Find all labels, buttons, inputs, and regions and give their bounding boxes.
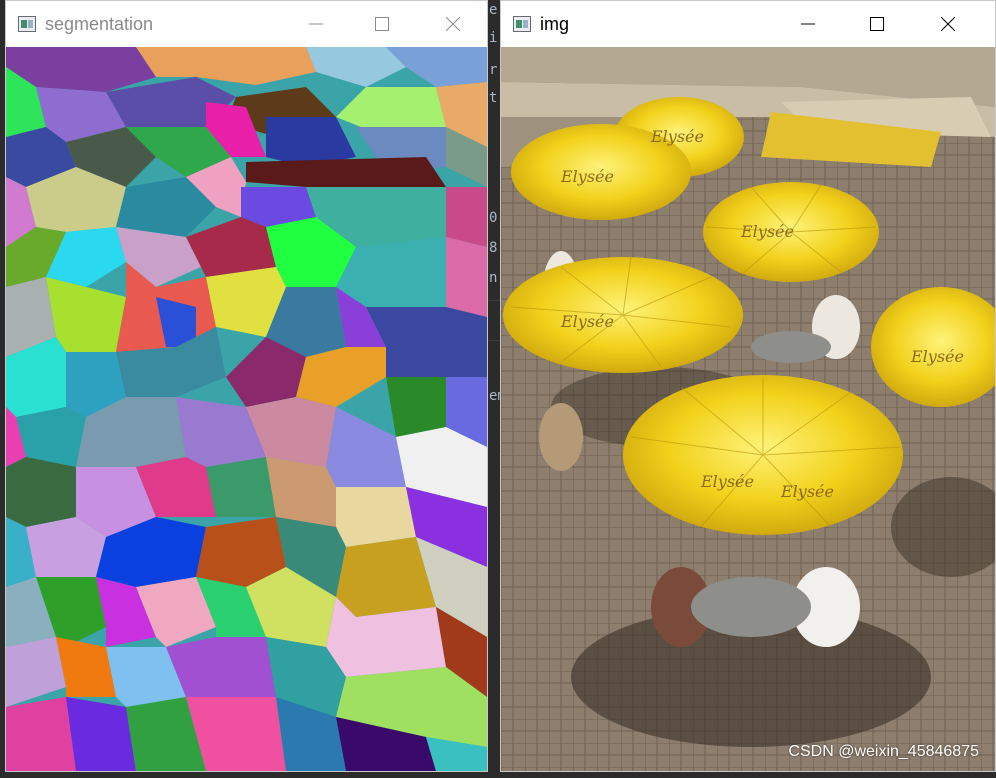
minimize-icon — [801, 23, 815, 25]
close-icon — [446, 17, 460, 31]
minimize-button[interactable] — [293, 1, 339, 47]
editor-divider — [487, 300, 501, 301]
editor-char: 0 — [489, 210, 498, 226]
umbrella-plaza-photo: Elysée Elysée Elysée Elysée Elysée Elysé… — [501, 47, 996, 771]
editor-char: t — [489, 90, 498, 106]
umbrella-brand-text: Elysée — [560, 312, 614, 331]
img-window[interactable]: img Elysée Elysée Elysée Elysée Elysée E… — [500, 0, 996, 772]
segmentation-window[interactable]: segmentation — [5, 0, 488, 772]
maximize-icon — [870, 17, 884, 31]
close-button[interactable] — [430, 1, 476, 47]
photo-image: Elysée Elysée Elysée Elysée Elysée Elysé… — [501, 47, 996, 771]
close-button[interactable] — [925, 1, 971, 47]
umbrella-brand-text: Elysée — [780, 482, 834, 501]
opencv-window-icon — [18, 16, 36, 32]
editor-char: i — [489, 30, 498, 46]
editor-char: n — [489, 270, 498, 286]
csdn-watermark: CSDN @weixin_45846875 — [788, 743, 979, 760]
umbrella-brand-text: Elysée — [910, 347, 964, 366]
maximize-icon — [375, 17, 389, 31]
background-editor-strip: e i r t 0 8 n em — [487, 0, 501, 778]
window-title: img — [540, 13, 570, 34]
editor-char: r — [489, 62, 498, 78]
editor-char: 8 — [489, 240, 498, 256]
maximize-button[interactable] — [854, 1, 900, 47]
editor-char: e — [489, 2, 498, 18]
close-icon — [941, 17, 955, 31]
minimize-icon — [309, 23, 323, 25]
umbrella-brand-text: Elysée — [740, 222, 794, 241]
img-titlebar[interactable]: img — [501, 1, 995, 47]
umbrella-brand-text: Elysée — [700, 472, 754, 491]
maximize-button[interactable] — [359, 1, 405, 47]
segmentation-titlebar[interactable]: segmentation — [6, 1, 487, 47]
umbrella-brand-text: Elysée — [650, 127, 704, 146]
minimize-button[interactable] — [785, 1, 831, 47]
segmentation-image — [6, 47, 487, 771]
segmentation-map — [6, 47, 487, 771]
opencv-window-icon — [513, 16, 531, 32]
umbrella-brand-text: Elysée — [560, 167, 614, 186]
window-title: segmentation — [45, 13, 154, 34]
editor-divider — [487, 340, 501, 341]
